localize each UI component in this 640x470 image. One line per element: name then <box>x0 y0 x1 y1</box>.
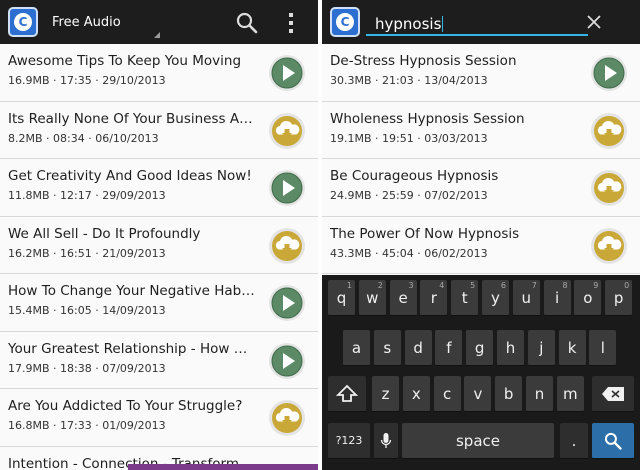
action-bar: C Free Audio <box>0 0 318 44</box>
list-item-title: Get Creativity And Good Ideas Now! <box>8 168 252 184</box>
spinner-indicator-icon <box>154 32 160 38</box>
space-key[interactable]: space <box>402 423 554 459</box>
key-t[interactable]: t5 <box>451 280 479 316</box>
key-k[interactable]: k <box>558 330 586 366</box>
key-u[interactable]: u7 <box>512 280 540 316</box>
key-s[interactable]: s <box>373 330 401 366</box>
download-icon[interactable] <box>268 399 306 437</box>
list-item[interactable]: Awesome Tips To Keep You Moving 16.9MB · … <box>0 44 318 102</box>
search-screen: C hypnosis De-Stress Hypnosis Session 30.… <box>322 0 640 470</box>
key-f[interactable]: f <box>435 330 463 366</box>
search-underline <box>366 34 588 36</box>
play-icon[interactable] <box>268 54 306 92</box>
list-item[interactable]: Its Really None Of Your Business Anyway 8… <box>0 101 318 159</box>
list-item-title: De-Stress Hypnosis Session <box>330 53 517 69</box>
list-item[interactable]: We All Sell - Do It Profoundly 16.2MB · 1… <box>0 216 318 274</box>
list-item[interactable]: De-Stress Hypnosis Session 30.3MB · 21:03… <box>322 44 640 102</box>
key-l[interactable]: l <box>589 330 617 366</box>
play-icon[interactable] <box>268 284 306 322</box>
key-y[interactable]: y6 <box>482 280 509 316</box>
list-item-meta: 16.9MB · 17:35 · 29/10/2013 <box>8 74 166 87</box>
overflow-menu-icon[interactable] <box>286 13 296 33</box>
list-item-meta: 17.9MB · 18:38 · 07/09/2013 <box>8 361 166 375</box>
list-item-meta: 19.1MB · 19:51 · 03/03/2013 <box>330 131 488 145</box>
list-item[interactable]: Be Courageous Hypnosis 24.9MB · 25:59 · 0… <box>322 159 640 217</box>
key-a[interactable]: a <box>343 330 370 366</box>
key-o[interactable]: o9 <box>574 280 602 316</box>
keyboard-search-icon[interactable] <box>592 423 634 459</box>
period-key[interactable]: . <box>560 423 588 459</box>
list-item[interactable]: Are You Addicted To Your Struggle? 16.8MB… <box>0 389 318 447</box>
key-b[interactable]: b <box>495 376 523 412</box>
key-v[interactable]: v <box>464 376 492 412</box>
clear-search-icon[interactable] <box>584 12 604 32</box>
download-icon[interactable] <box>590 112 628 150</box>
action-bar: C hypnosis <box>322 0 640 44</box>
list-item-title: Are You Addicted To Your Struggle? <box>8 398 243 414</box>
key-p[interactable]: p0 <box>605 280 633 316</box>
list-item[interactable]: The Power Of Now Hypnosis 43.3MB · 45:04 … <box>322 216 640 274</box>
key-d[interactable]: d <box>404 330 432 366</box>
list-item-meta: 30.3MB · 21:03 · 13/04/2013 <box>330 74 488 87</box>
search-query-text: hypnosis <box>375 15 442 33</box>
key-i[interactable]: i8 <box>543 280 571 316</box>
category-spinner-label: Free Audio <box>52 14 121 30</box>
list-item-title: Wholeness Hypnosis Session <box>330 110 525 127</box>
search-icon[interactable] <box>235 11 259 35</box>
list-item-meta: 8.2MB · 08:34 · 06/10/2013 <box>8 131 159 145</box>
key-x[interactable]: x <box>402 376 430 412</box>
key-c[interactable]: c <box>433 376 461 412</box>
list-item-title: Be Courageous Hypnosis <box>330 168 499 184</box>
list-item[interactable]: Wholeness Hypnosis Session 19.1MB · 19:51… <box>322 101 640 159</box>
list-item-title: Your Greatest Relationship - How We Rela… <box>8 340 258 357</box>
decorative-bar <box>128 464 318 470</box>
key-w[interactable]: w2 <box>358 280 386 316</box>
key-m[interactable]: m <box>556 376 584 412</box>
key-j[interactable]: j <box>527 330 555 366</box>
list-item-meta: 24.9MB · 25:59 · 07/02/2013 <box>330 189 488 202</box>
list-item-title: Its Really None Of Your Business Anyway <box>8 110 258 127</box>
shift-key-icon[interactable] <box>328 376 366 412</box>
list-item-title: We All Sell - Do It Profoundly <box>8 225 201 242</box>
download-icon[interactable] <box>590 227 628 265</box>
microphone-icon[interactable] <box>374 423 398 459</box>
play-icon[interactable] <box>268 169 306 207</box>
symbols-key[interactable]: ?123 <box>328 423 370 459</box>
app-logo-icon[interactable]: C <box>330 7 360 37</box>
list-item-meta: 15.4MB · 16:05 · 14/09/2013 <box>8 304 166 317</box>
key-z[interactable]: z <box>372 376 399 412</box>
key-r[interactable]: r4 <box>420 280 448 316</box>
list-item-title: Awesome Tips To Keep You Moving <box>8 53 242 69</box>
soft-keyboard: q 1 w 2 e 3 r 4 t 5 y 6 u 7 i 8 o 9 p 0 a s d f g h j k l z x c v b n m ?123… <box>322 275 640 470</box>
list-item-title: How To Change Your Negative Habits Forev… <box>8 283 258 299</box>
list-item-meta: 16.2MB · 16:51 · 21/09/2013 <box>8 246 166 260</box>
list-item-title: The Power Of Now Hypnosis <box>330 225 520 242</box>
key-n[interactable]: n <box>526 376 553 412</box>
audio-list: Awesome Tips To Keep You Moving 16.9MB · … <box>0 44 318 447</box>
key-g[interactable]: g <box>466 330 494 366</box>
category-spinner[interactable]: Free Audio <box>52 0 162 44</box>
list-item-meta: 11.8MB · 12:17 · 29/09/2013 <box>8 189 166 202</box>
search-results-list: De-Stress Hypnosis Session 30.3MB · 21:03… <box>322 44 640 274</box>
key-h[interactable]: h <box>497 330 524 366</box>
search-input[interactable]: hypnosis <box>366 8 588 38</box>
list-item-meta: 16.8MB · 17:33 · 01/09/2013 <box>8 419 166 432</box>
list-item-meta: 43.3MB · 45:04 · 06/02/2013 <box>330 246 488 260</box>
list-item[interactable]: How To Change Your Negative Habits Forev… <box>0 274 318 332</box>
download-icon[interactable] <box>268 112 306 150</box>
free-audio-screen: C Free Audio Awesome Tips To Keep You Mo… <box>0 0 318 470</box>
backspace-key-icon[interactable] <box>592 376 634 412</box>
list-item[interactable]: Your Greatest Relationship - How We Rela… <box>0 331 318 389</box>
download-icon[interactable] <box>590 169 628 207</box>
download-icon[interactable] <box>268 227 306 265</box>
list-item[interactable]: Get Creativity And Good Ideas Now! 11.8MB… <box>0 159 318 217</box>
play-icon[interactable] <box>268 342 306 380</box>
key-e[interactable]: e3 <box>389 280 417 316</box>
key-q[interactable]: q1 <box>328 280 355 316</box>
play-icon[interactable] <box>590 54 628 92</box>
app-logo-icon[interactable]: C <box>8 7 38 37</box>
text-cursor <box>442 16 444 32</box>
